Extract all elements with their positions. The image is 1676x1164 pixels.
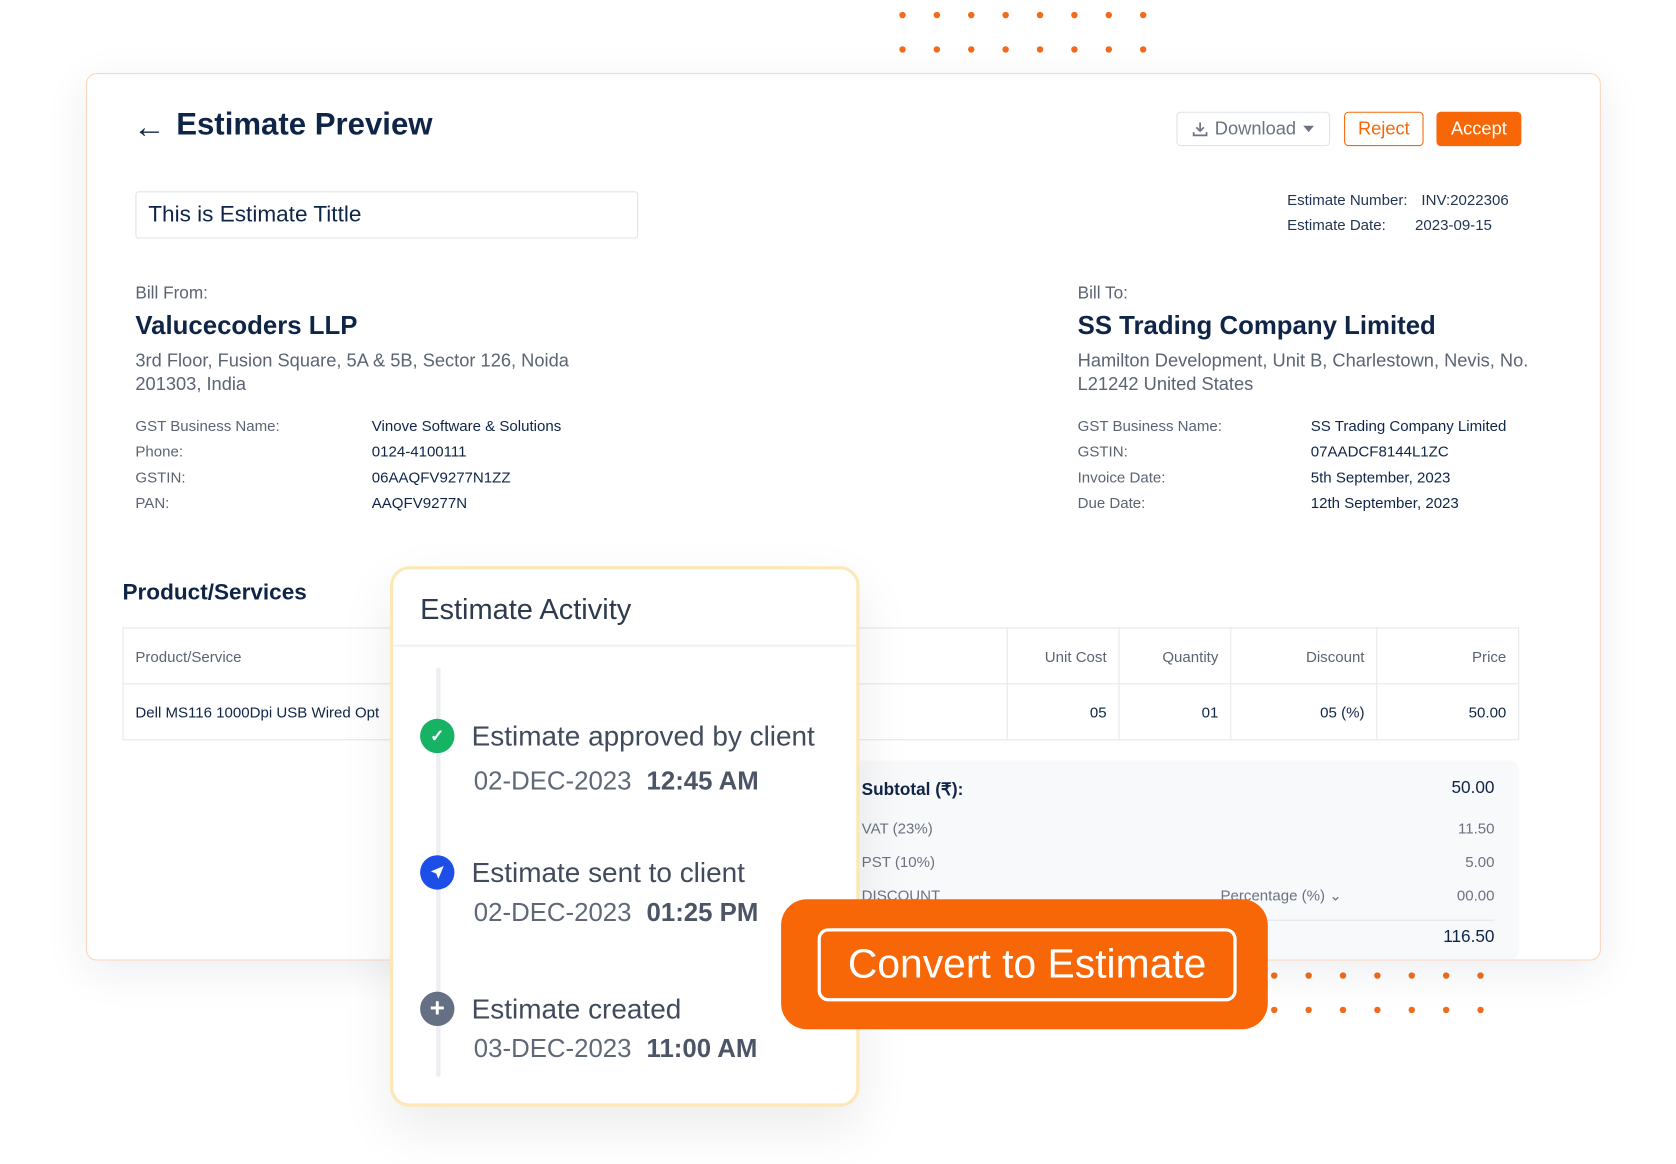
discount-value: 00.00: [1456, 886, 1495, 904]
dot: [968, 46, 975, 53]
pst-label: PST (10%): [861, 853, 935, 871]
dot: [899, 11, 906, 19]
table-cell: 50.00: [1376, 683, 1520, 741]
totals-divider: [1235, 919, 1495, 921]
detail-value: 0124-4100111: [371, 442, 467, 460]
convert-to-estimate-button[interactable]: Convert to Estimate: [817, 928, 1237, 1002]
estimate-title-input[interactable]: This is Estimate Tittle: [135, 191, 639, 239]
activity-item-datetime: 02-DEC-2023 12:45 AM: [473, 767, 759, 797]
activity-item-datetime: 02-DEC-2023 01:25 PM: [473, 898, 759, 928]
activity-item-text: Estimate created: [471, 992, 682, 1025]
dot: [1408, 972, 1415, 979]
chevron-down-icon: ⌄: [1329, 886, 1342, 904]
column-header: Unit Cost: [1006, 627, 1120, 685]
dot: [1002, 46, 1009, 53]
total-value: 116.50: [1443, 928, 1495, 947]
accept-button[interactable]: Accept: [1436, 111, 1522, 147]
detail-label: Due Date:: [1077, 494, 1146, 512]
dot: [1305, 1006, 1312, 1014]
dot: [1271, 972, 1278, 979]
download-label: Download: [1214, 118, 1297, 139]
table-cell: 01: [1118, 683, 1232, 741]
activity-title: Estimate Activity: [420, 593, 632, 626]
dot: [1339, 1006, 1347, 1014]
activity-item-text: Estimate sent to client: [471, 856, 745, 889]
detail-value: Vinove Software & Solutions: [371, 416, 562, 435]
detail-value: SS Trading Company Limited: [1310, 416, 1507, 435]
detail-value: 06AAQFV9277N1ZZ: [371, 468, 511, 486]
pst-value: 5.00: [1465, 853, 1495, 871]
estimate-number: INV:2022306: [1421, 191, 1509, 209]
plus-circle-icon: +: [420, 991, 455, 1027]
table-cell: 05: [1006, 683, 1120, 741]
reject-button[interactable]: Reject: [1344, 111, 1424, 147]
column-header: Price: [1376, 627, 1520, 685]
table-cell: 05 (%): [1230, 683, 1378, 741]
column-header: Quantity: [1118, 627, 1232, 685]
bill-to-address: Hamilton Development, Unit B, Charlestow…: [1077, 350, 1529, 395]
detail-value: 12th September, 2023: [1310, 494, 1459, 512]
bill-to-name: SS Trading Company Limited: [1077, 311, 1436, 341]
dot: [1036, 46, 1044, 53]
detail-label: Phone:: [135, 442, 184, 460]
subtotal-label: Subtotal (₹):: [861, 781, 964, 800]
dot: [1271, 1006, 1278, 1014]
column-header: Discount: [1230, 627, 1378, 685]
dot: [968, 11, 975, 19]
dot: [933, 11, 941, 19]
dot: [1305, 972, 1312, 979]
subtotal-value: 50.00: [1451, 778, 1495, 798]
detail-value: 5th September, 2023: [1310, 468, 1451, 486]
estimate-date: 2023-09-15: [1414, 215, 1492, 234]
back-arrow-icon[interactable]: ←: [133, 111, 165, 144]
activity-divider: [393, 644, 857, 647]
estimate-activity-panel: Estimate Activity ✓ Estimate approved by…: [390, 566, 860, 1107]
dot: [1071, 11, 1078, 19]
detail-value: 07AADCF8144L1ZC: [1310, 442, 1449, 460]
detail-label: GST Business Name:: [135, 416, 280, 435]
bill-from-address: 3rd Floor, Fusion Square, 5A & 5B, Secto…: [135, 350, 569, 395]
estimate-date-label: Estimate Date:: [1287, 215, 1386, 234]
dot: [1442, 1006, 1450, 1014]
detail-label: Invoice Date:: [1077, 468, 1166, 486]
activity-item-datetime: 03-DEC-2023 11:00 AM: [473, 1034, 758, 1064]
dot: [1105, 11, 1113, 19]
detail-label: GSTIN:: [1077, 442, 1128, 460]
dot: [1036, 11, 1044, 19]
convert-cta-panel: Convert to Estimate: [781, 899, 1268, 1030]
dot: [1002, 11, 1009, 19]
dot: [1105, 46, 1113, 53]
dot: [1071, 46, 1078, 53]
dot: [1408, 1006, 1415, 1014]
dot: [1339, 972, 1347, 979]
vat-value: 11.50: [1457, 819, 1495, 837]
estimate-number-label: Estimate Number:: [1287, 191, 1408, 209]
dot: [1139, 46, 1147, 53]
detail-label: GST Business Name:: [1077, 416, 1222, 435]
dot: [933, 46, 941, 53]
bill-from-name: Valucecoders LLP: [135, 311, 358, 341]
activity-item-text: Estimate approved by client: [471, 719, 815, 753]
detail-label: GSTIN:: [135, 468, 186, 486]
dot: [899, 46, 906, 53]
bill-from-label: Bill From:: [135, 284, 208, 303]
caret-down-icon: [1303, 125, 1315, 133]
dot: [1374, 1006, 1381, 1014]
vat-label: VAT (23%): [861, 819, 933, 837]
dot: [1374, 972, 1381, 979]
bill-to-label: Bill To:: [1077, 284, 1128, 303]
page-title: Estimate Preview: [176, 107, 433, 142]
dot: [1477, 972, 1484, 979]
dot: [1139, 11, 1147, 19]
detail-label: PAN:: [135, 494, 170, 512]
download-icon: [1192, 122, 1208, 137]
send-icon: [420, 855, 455, 890]
dot: [1477, 1006, 1484, 1014]
dot: [1442, 972, 1450, 979]
check-circle-icon: ✓: [420, 718, 455, 754]
stage: ← Estimate Preview Download Reject Accep…: [0, 0, 1676, 1164]
products-heading: Product/Services: [122, 580, 307, 605]
download-button[interactable]: Download: [1176, 111, 1331, 147]
detail-value: AAQFV9277N: [371, 494, 468, 512]
